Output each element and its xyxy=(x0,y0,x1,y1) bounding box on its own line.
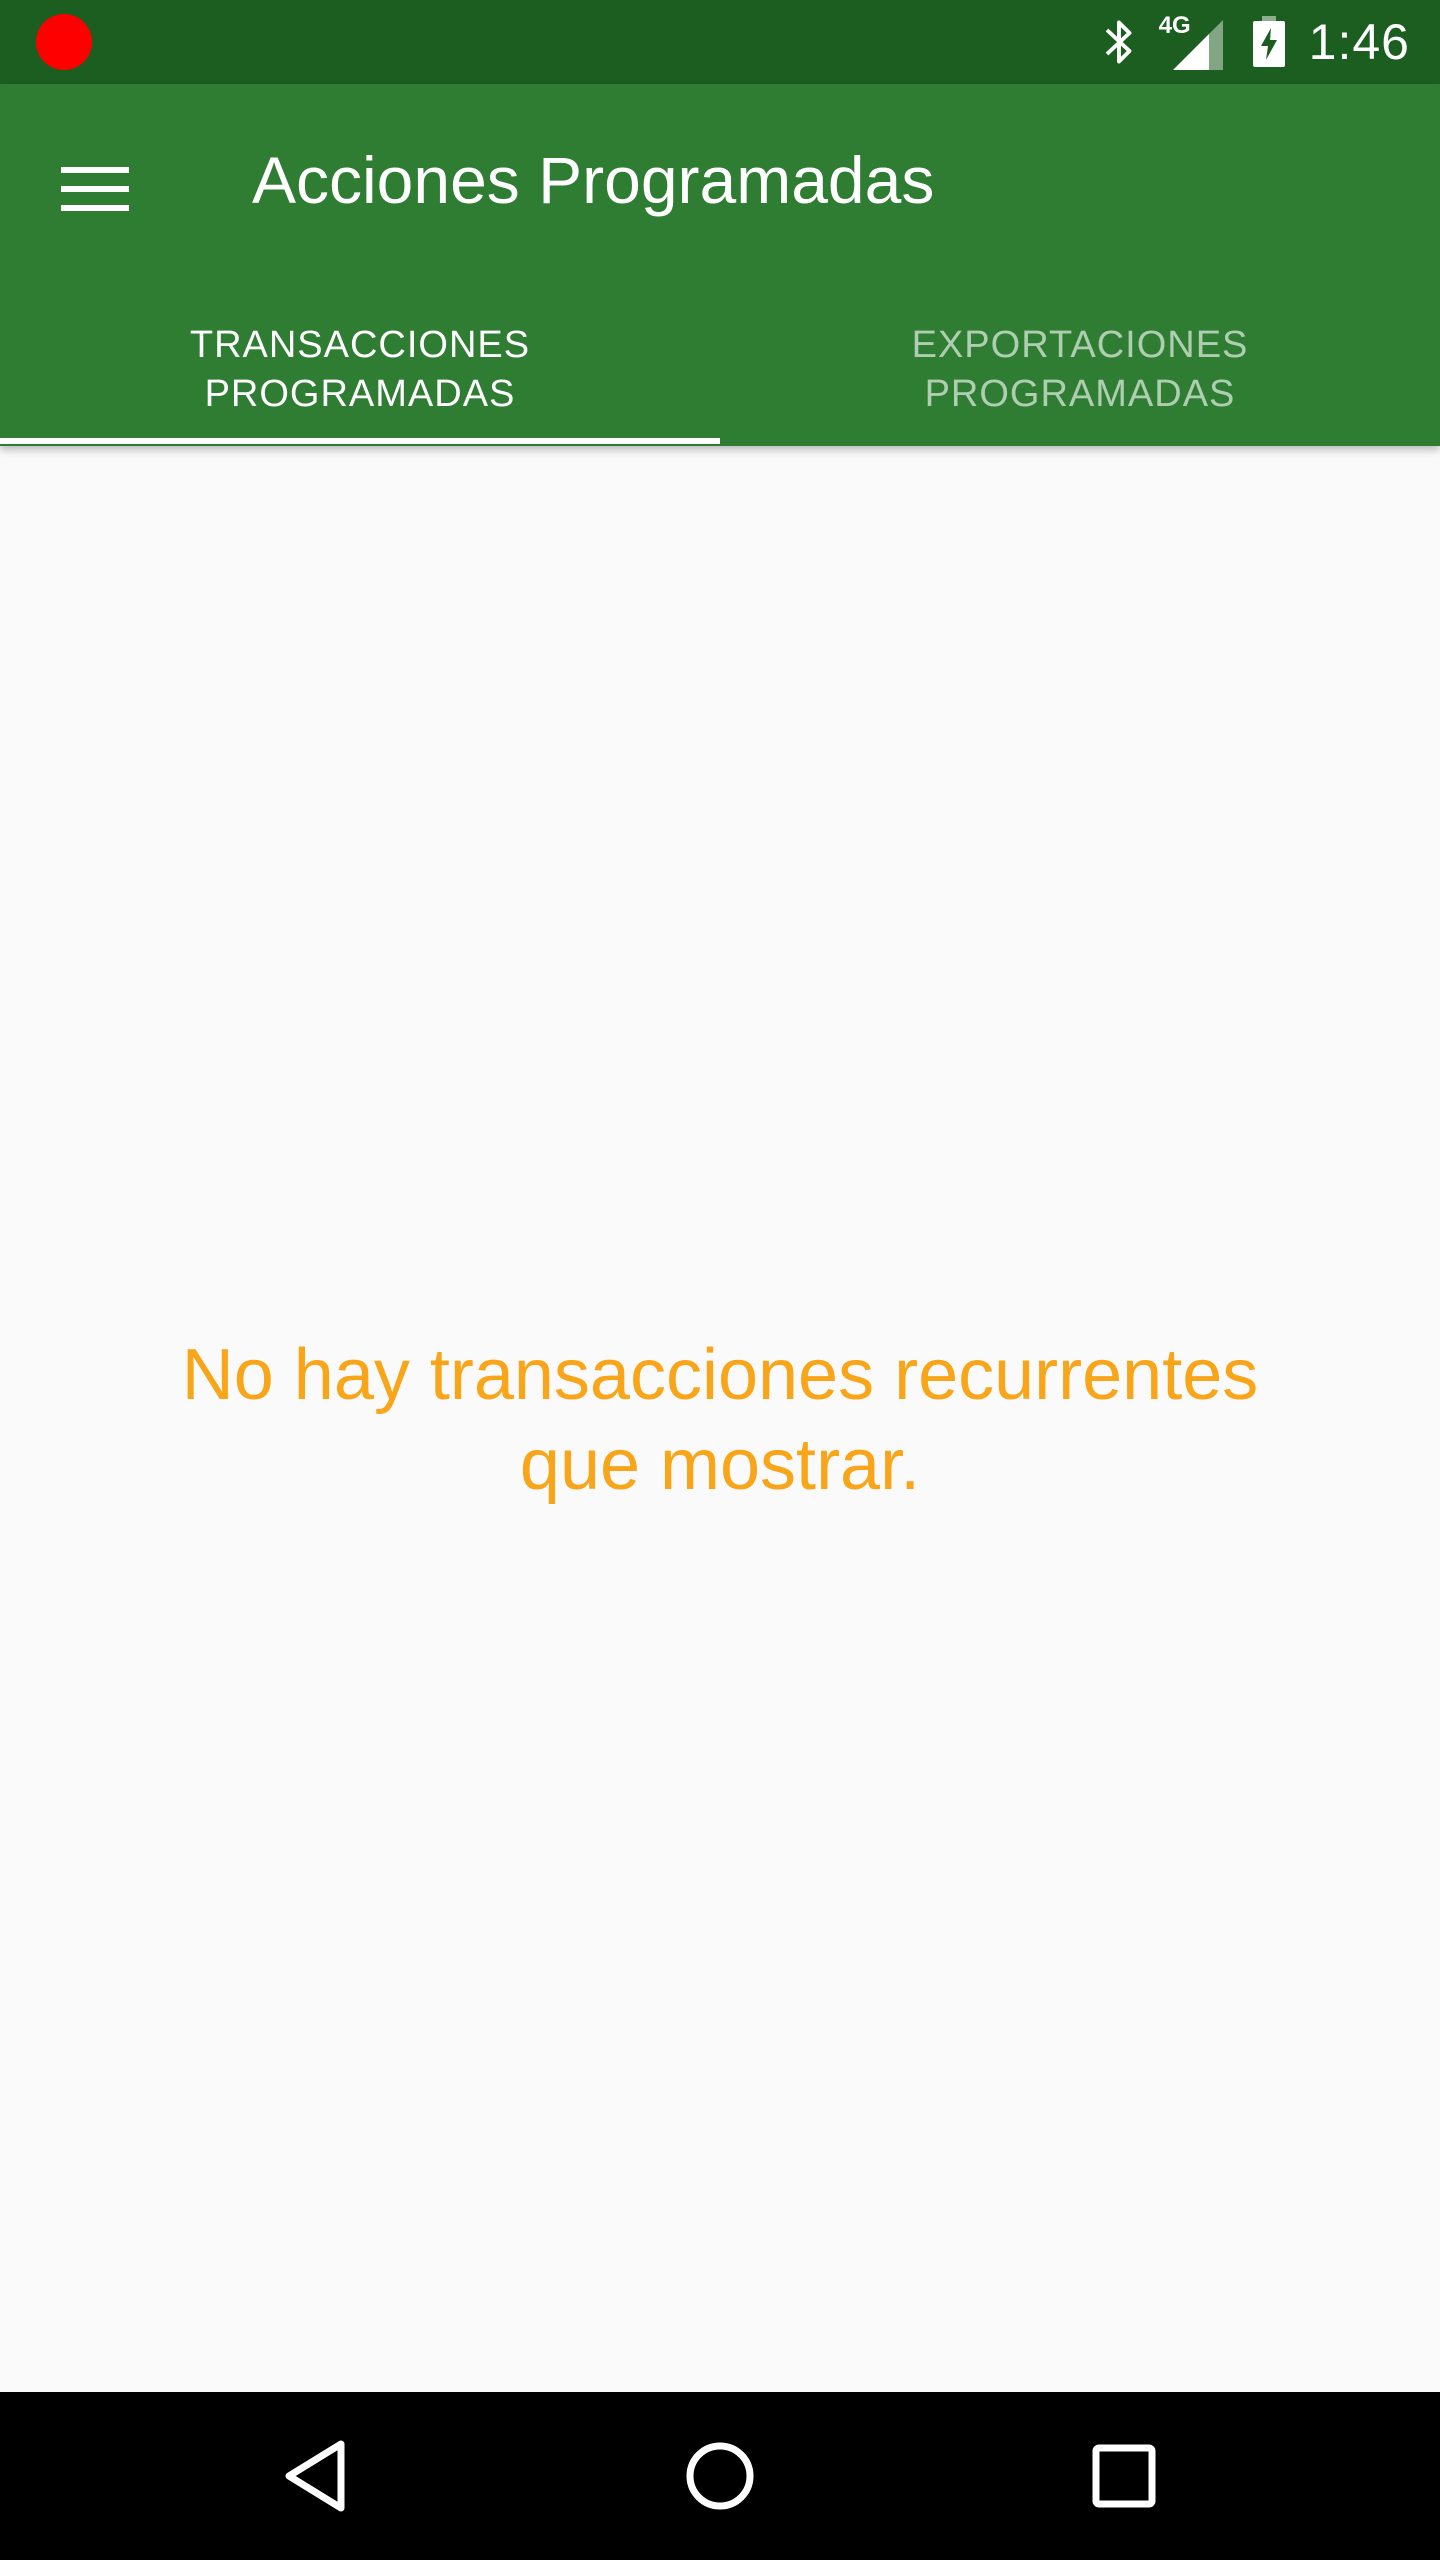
bluetooth-icon xyxy=(1101,15,1137,69)
empty-state-message: No hay transacciones recurrentes que mos… xyxy=(181,1335,1259,1505)
cell-signal-4g-icon: 4G xyxy=(1159,12,1229,72)
home-icon xyxy=(686,2442,754,2510)
recents-button[interactable] xyxy=(1074,2426,1174,2526)
tab-label: TRANSACCIONES PROGRAMADAS xyxy=(189,324,531,415)
battery-charging-icon xyxy=(1251,16,1287,68)
status-icons: 4G 1:46 xyxy=(1101,0,1410,84)
tab-bar: TRANSACCIONES PROGRAMADAS EXPORTACIONES … xyxy=(0,304,1440,446)
tab-label: EXPORTACIONES PROGRAMADAS xyxy=(911,324,1249,415)
status-clock: 1:46 xyxy=(1308,14,1410,70)
tab-scheduled-transactions[interactable]: TRANSACCIONES PROGRAMADAS xyxy=(0,304,720,446)
back-button[interactable] xyxy=(266,2426,366,2526)
page-title: Acciones Programadas xyxy=(252,143,935,217)
home-button[interactable] xyxy=(670,2426,770,2526)
tab-scheduled-exports[interactable]: EXPORTACIONES PROGRAMADAS xyxy=(720,304,1440,446)
active-tab-indicator xyxy=(0,438,720,444)
recents-icon xyxy=(1092,2444,1156,2508)
navigation-drawer-button[interactable] xyxy=(40,134,150,244)
system-navigation-bar xyxy=(0,2392,1440,2560)
back-icon xyxy=(285,2440,345,2512)
app-bar: Acciones Programadas TRANSACCIONES PROGR… xyxy=(0,84,1440,446)
status-bar: 4G 1:46 xyxy=(0,0,1440,84)
hamburger-menu-icon xyxy=(61,167,129,211)
record-indicator-icon xyxy=(36,14,92,70)
